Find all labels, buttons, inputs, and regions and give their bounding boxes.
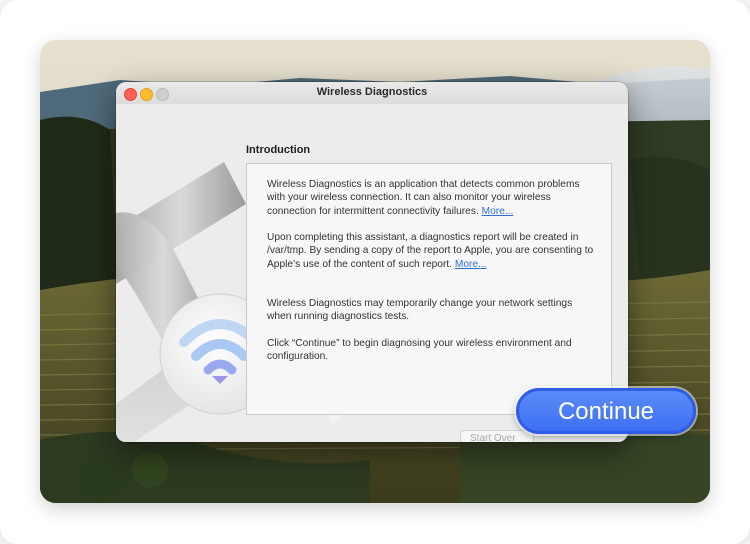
window-titlebar[interactable]: Wireless Diagnostics (116, 82, 628, 105)
intro-paragraph-1-text: Wireless Diagnostics is an application t… (267, 179, 580, 217)
intro-paragraph-2: Upon completing this assistant, a diagno… (267, 231, 597, 271)
intro-paragraph-2-text: Upon completing this assistant, a diagno… (267, 232, 594, 270)
intro-text-area: Wireless Diagnostics is an application t… (246, 163, 612, 415)
screenshot-card: Wireless Diagnostics Introduction Wirele… (0, 0, 750, 544)
more-link-1[interactable]: More... (482, 206, 514, 217)
continue-button[interactable]: Continue (516, 388, 696, 434)
intro-paragraph-3: Wireless Diagnostics may temporarily cha… (267, 298, 573, 323)
intro-paragraph-4: Click “Continue” to begin diagnosing you… (267, 338, 572, 363)
more-link-2[interactable]: More... (455, 259, 487, 270)
section-heading: Introduction (246, 144, 311, 156)
start-over-button[interactable]: Start Over (460, 430, 534, 442)
window-title: Wireless Diagnostics (316, 86, 428, 98)
intro-paragraph-1: Wireless Diagnostics is an application t… (267, 178, 597, 218)
